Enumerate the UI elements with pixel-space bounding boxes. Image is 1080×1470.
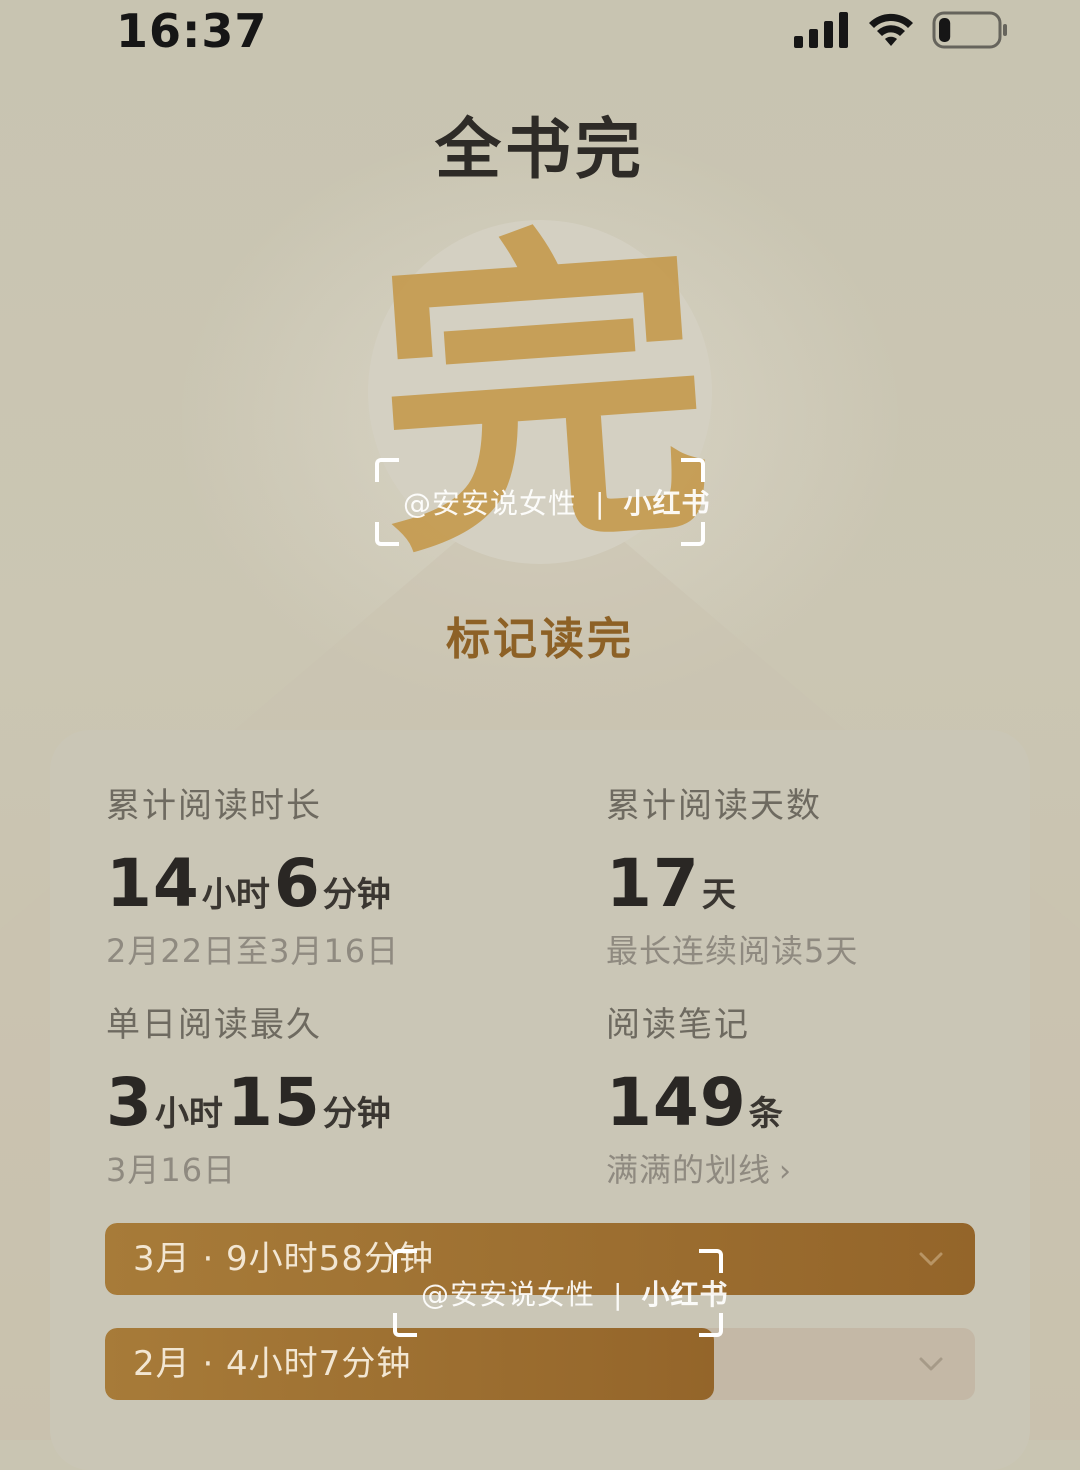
status-time: 16:37 [116,4,268,58]
watermark-text: @安安说女性 | 小红书 [421,1278,729,1311]
stat-longest-streak: 最长连续阅读5天 [606,932,859,970]
mark-as-finished-button[interactable]: 标记读完 [0,602,1080,668]
wifi-icon [869,13,913,46]
stat-label: 累计阅读时长 [106,786,322,826]
stat-date: 3月16日 [106,1151,237,1189]
stat-total-reading-time: 累计阅读时长 14小时6分钟 2月22日至3月16日 [106,778,546,972]
stat-value: 17天 [606,845,736,922]
stat-date-range: 2月22日至3月16日 [106,932,400,970]
status-icons [794,10,1008,50]
chevron-down-icon [919,1252,943,1266]
month-label: 3月 · 9小时58分钟 [133,1239,434,1279]
stat-label: 单日阅读最久 [106,1005,322,1045]
watermark: @安安说女性 | 小红书 [393,1249,727,1337]
page-title: 全书完 [435,110,645,188]
cellular-signal-icon [794,12,848,48]
stat-label: 阅读笔记 [606,1005,750,1045]
view-highlights-link[interactable]: 满满的划线 › [606,1145,1046,1191]
stat-value: 14小时6分钟 [106,845,391,922]
stat-value: 3小时15分钟 [106,1064,391,1141]
watermark: @安安说女性 | 小红书 [375,458,709,546]
chevron-down-icon [919,1357,943,1371]
stat-longest-single-day: 单日阅读最久 3小时15分钟 3月16日 [106,997,546,1191]
stat-label: 累计阅读天数 [606,786,822,826]
chevron-right-icon: › [779,1154,793,1189]
stat-value: 149条 [606,1064,783,1141]
battery-icon [932,11,1007,49]
watermark-text: @安安说女性 | 小红书 [403,487,711,520]
month-row-february[interactable]: 2月 · 4小时7分钟 [105,1328,975,1400]
stat-reading-notes: 阅读笔记 149条 满满的划线 › [606,997,1046,1191]
month-label: 2月 · 4小时7分钟 [133,1344,412,1384]
stat-total-reading-days: 累计阅读天数 17天 最长连续阅读5天 [606,778,1046,972]
